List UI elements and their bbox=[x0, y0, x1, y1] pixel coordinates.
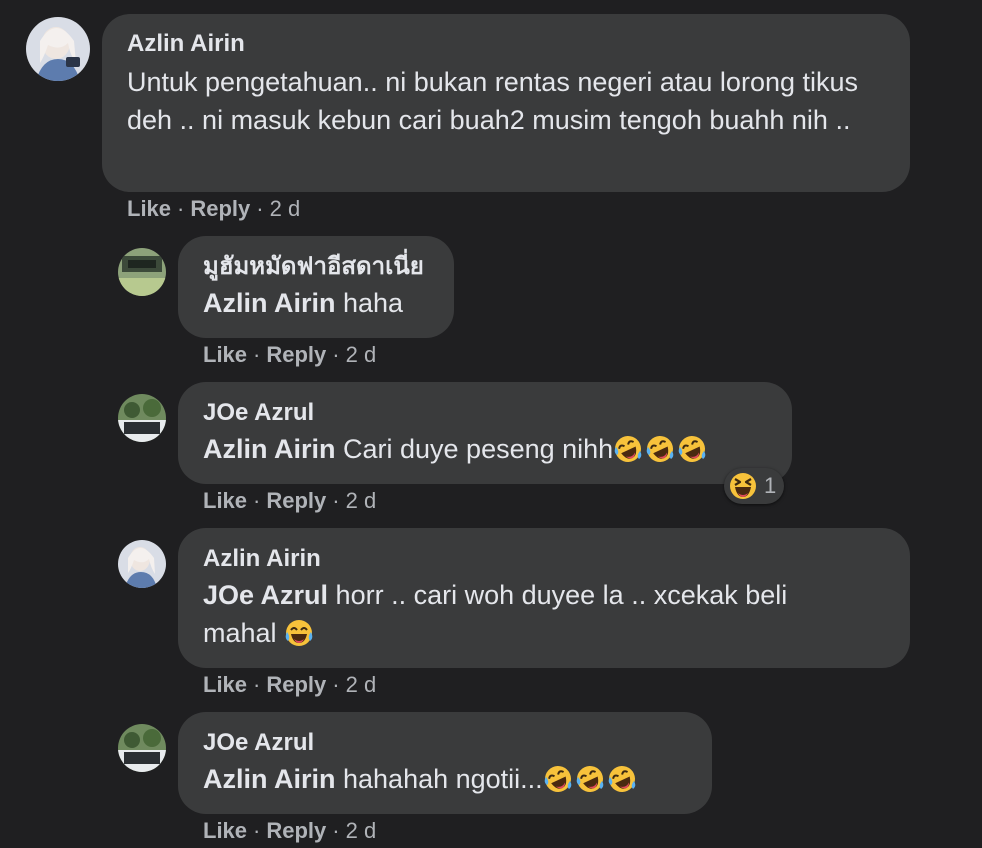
separator: · bbox=[253, 672, 261, 697]
avatar[interactable] bbox=[118, 394, 166, 442]
comment-actions: Like · Reply · 2 d bbox=[127, 196, 300, 222]
rofl-emoji bbox=[613, 434, 644, 464]
reaction-summary[interactable]: 1 bbox=[724, 468, 785, 504]
comment-actions: Like · Reply · 2 d bbox=[203, 818, 376, 844]
rofl-emoji bbox=[645, 434, 676, 464]
reply-button[interactable]: Reply bbox=[266, 672, 326, 697]
mention-link[interactable]: Azlin Airin bbox=[203, 288, 336, 318]
comment-author[interactable]: Azlin Airin bbox=[203, 544, 885, 574]
mention-link[interactable]: JOe Azrul bbox=[203, 580, 328, 610]
comment-body: Cari duye peseng nihh bbox=[335, 434, 614, 464]
timestamp[interactable]: 2 d bbox=[270, 196, 301, 221]
tears-of-joy-emoji bbox=[284, 619, 314, 647]
comment-bubble: มูฮัมหมัดฟาอีสดาเนี่ย Azlin Airin haha bbox=[178, 236, 454, 338]
comment-text: JOe Azrul horr .. cari woh duyee la .. x… bbox=[203, 576, 885, 652]
separator: · bbox=[177, 196, 185, 221]
separator: · bbox=[332, 488, 340, 513]
comment-actions: Like · Reply · 2 d bbox=[203, 488, 376, 514]
mention-link[interactable]: Azlin Airin bbox=[203, 434, 336, 464]
mention-link[interactable]: Azlin Airin bbox=[203, 764, 336, 794]
like-button[interactable]: Like bbox=[127, 196, 171, 221]
separator: · bbox=[253, 342, 261, 367]
comment-bubble: Azlin Airin JOe Azrul horr .. cari woh d… bbox=[178, 528, 910, 668]
timestamp[interactable]: 2 d bbox=[346, 488, 377, 513]
timestamp[interactable]: 2 d bbox=[346, 342, 377, 367]
separator: · bbox=[332, 342, 340, 367]
rofl-emoji bbox=[542, 764, 573, 794]
comment-text: Azlin Airin hahahah ngotii... bbox=[203, 760, 687, 798]
separator: · bbox=[253, 488, 261, 513]
reply-button[interactable]: Reply bbox=[266, 488, 326, 513]
separator: · bbox=[332, 672, 340, 697]
comment-body: mahal bbox=[203, 618, 285, 648]
comment-body: haha bbox=[335, 288, 404, 318]
separator: · bbox=[332, 818, 340, 843]
like-button[interactable]: Like bbox=[203, 818, 247, 843]
rofl-emoji bbox=[574, 764, 605, 794]
reply-button[interactable]: Reply bbox=[266, 342, 326, 367]
comment-body: horr .. cari woh duyee la .. xcekak beli bbox=[328, 580, 788, 610]
comment-bubble: JOe Azrul Azlin Airin Cari duye peseng n… bbox=[178, 382, 792, 484]
avatar[interactable] bbox=[118, 540, 166, 588]
like-button[interactable]: Like bbox=[203, 672, 247, 697]
reaction-count: 1 bbox=[764, 473, 777, 498]
comment-line: mahal bbox=[203, 614, 885, 652]
separator: · bbox=[253, 818, 261, 843]
comment-author[interactable]: JOe Azrul bbox=[203, 728, 687, 758]
rofl-emoji bbox=[606, 764, 637, 794]
like-button[interactable]: Like bbox=[203, 488, 247, 513]
comment-author[interactable]: มูฮัมหมัดฟาอีสดาเนี่ย bbox=[203, 252, 429, 282]
timestamp[interactable]: 2 d bbox=[346, 818, 377, 843]
reply-button[interactable]: Reply bbox=[190, 196, 250, 221]
avatar[interactable] bbox=[118, 248, 166, 296]
comment-text: Azlin Airin haha bbox=[203, 284, 429, 322]
comment-author[interactable]: Azlin Airin bbox=[127, 29, 885, 59]
rofl-emoji bbox=[677, 434, 708, 464]
comment-line: JOe Azrul horr .. cari woh duyee la .. x… bbox=[203, 576, 885, 614]
comment-actions: Like · Reply · 2 d bbox=[203, 672, 376, 698]
avatar[interactable] bbox=[26, 17, 90, 81]
comment-body: hahahah ngotii... bbox=[335, 764, 543, 794]
comment-actions: Like · Reply · 2 d bbox=[203, 342, 376, 368]
comment-bubble: JOe Azrul Azlin Airin hahahah ngotii... bbox=[178, 712, 712, 814]
comment-text: Azlin Airin Cari duye peseng nihh bbox=[203, 430, 767, 468]
separator: · bbox=[256, 196, 264, 221]
like-button[interactable]: Like bbox=[203, 342, 247, 367]
laughing-squint-emoji bbox=[728, 471, 758, 501]
avatar[interactable] bbox=[118, 724, 166, 772]
comment-author[interactable]: JOe Azrul bbox=[203, 398, 767, 428]
timestamp[interactable]: 2 d bbox=[346, 672, 377, 697]
reply-button[interactable]: Reply bbox=[266, 818, 326, 843]
comment-text: Untuk pengetahuan.. ni bukan rentas nege… bbox=[127, 67, 859, 135]
comment-bubble: Azlin Airin Untuk pengetahuan.. ni bukan… bbox=[102, 14, 910, 192]
